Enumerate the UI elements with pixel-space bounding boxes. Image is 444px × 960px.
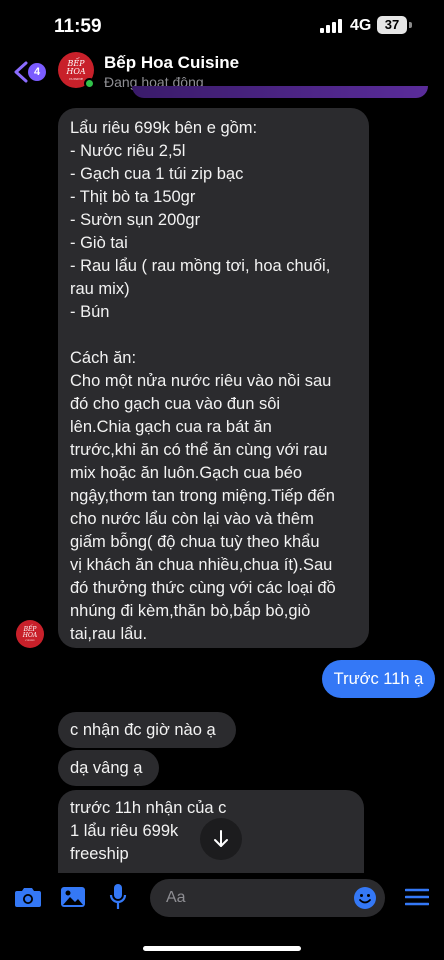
message-line: nhúng đi kèm,thăn bò,bắp bò,giò <box>70 602 311 620</box>
message-line: - Bún <box>70 303 110 321</box>
message-line: mix hoặc ăn luôn.Gạch cua béo <box>70 464 303 482</box>
message-line: Lẩu riêu 699k bên e gồm: <box>70 119 258 137</box>
microphone-icon[interactable] <box>108 883 128 911</box>
message-input[interactable] <box>166 879 346 917</box>
chat-name[interactable]: Bếp Hoa Cuisine <box>104 53 239 73</box>
incoming-message-menu[interactable]: Lẩu riêu 699k bên e gồm: - Nước riêu 2,5l… <box>58 108 369 648</box>
message-line: đó thưởng thức cùng với các loại đồ <box>70 579 336 597</box>
message-line: - Thịt bò ta 150gr <box>70 188 196 206</box>
message-line: trước,khi ăn có thể ăn cùng với rau <box>70 441 328 459</box>
home-indicator <box>143 946 301 951</box>
message-line: Cho một nửa nước riêu vào nồi sau <box>70 372 332 390</box>
message-line: rau mix) <box>70 280 130 298</box>
cellular-signal-icon <box>320 19 342 33</box>
message-line: đó cho gạch cua vào đun sôi <box>70 395 281 413</box>
message-input-wrapper <box>150 879 385 917</box>
incoming-message-question[interactable]: c nhận đc giờ nào ạ <box>58 712 236 748</box>
unread-badge[interactable]: 4 <box>28 63 46 81</box>
message-line: - Rau lẩu ( rau mồng tơi, hoa chuối, <box>70 257 331 275</box>
message-line: - Sườn sụn 200gr <box>70 211 201 229</box>
message-line: lên.Chia gạch cua ra bát ăn <box>70 418 272 436</box>
battery-cap <box>409 22 412 28</box>
arrow-down-icon <box>214 830 228 847</box>
image-icon[interactable] <box>60 885 86 909</box>
outgoing-message[interactable]: Trước 11h ạ <box>322 660 435 698</box>
incoming-message-reply[interactable]: dạ vâng ạ <box>58 750 159 786</box>
network-type: 4G <box>350 17 372 34</box>
scroll-to-bottom-button[interactable] <box>200 818 242 860</box>
message-line <box>70 324 357 347</box>
menu-icon[interactable] <box>405 887 429 907</box>
camera-icon[interactable] <box>14 885 42 909</box>
status-bar: 11:59 4G 37 <box>0 0 444 52</box>
previous-message-edge <box>132 86 428 98</box>
message-line: trước 11h nhận của c <box>70 799 227 817</box>
message-line: cho nước lẩu còn lại vào và thêm <box>70 510 314 528</box>
battery-icon: 37 <box>377 16 407 34</box>
message-line: Cách ăn: <box>70 349 137 367</box>
message-line: - Gạch cua 1 túi zip bạc <box>70 165 244 183</box>
status-time: 11:59 <box>54 16 102 37</box>
sender-avatar: BẾP HOA CUISINE <box>16 620 44 648</box>
message-line: ngậy,thơm tan trong miệng.Tiếp đến <box>70 487 335 505</box>
emoji-icon[interactable] <box>353 886 377 910</box>
message-line: tai,rau lẩu. <box>70 625 148 643</box>
online-status-dot <box>84 78 95 89</box>
message-line: vị khách ăn chua nhiều,chua ít).Sau <box>70 556 333 574</box>
message-line: giấm bỗng( độ chua tuỳ theo khẩu <box>70 533 320 551</box>
message-line: - Nước riêu 2,5l <box>70 142 186 160</box>
message-line: - Giò tai <box>70 234 128 252</box>
